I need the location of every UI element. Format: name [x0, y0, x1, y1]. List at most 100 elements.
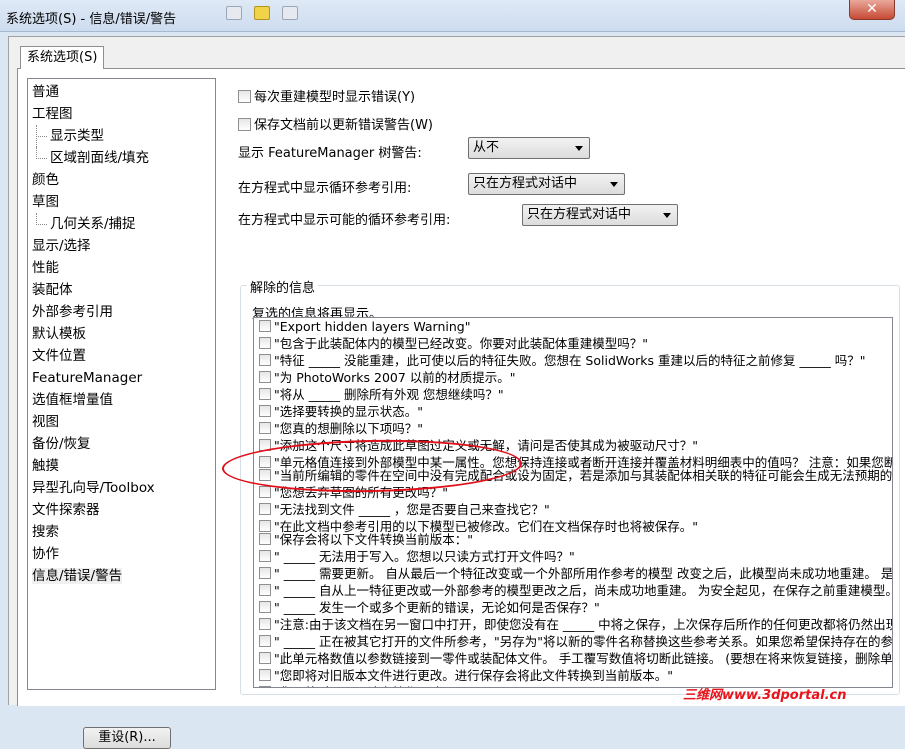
message-checkbox[interactable]	[259, 422, 271, 434]
tree-item[interactable]: 颜色	[28, 169, 215, 191]
message-text: "包含于此装配体内的模型已经改变。你要对此装配体重建模型吗？"	[274, 336, 649, 351]
tree-item[interactable]: 外部参考引用	[28, 301, 215, 323]
message-row[interactable]: " _____ 无法用于写入。您想以只读方式打开文件吗？"	[254, 548, 892, 565]
fm-warning-value: 从不	[473, 140, 500, 155]
message-checkbox[interactable]	[259, 550, 271, 562]
dismissed-messages-group: 解除的信息 复选的信息将再显示。 "Export hidden layers W…	[240, 277, 900, 695]
fm-warning-select[interactable]: 从不	[468, 137, 590, 159]
message-row[interactable]: "当前所编辑的零件在空间中没有完成配合或设为固定，若是添加与其装配体相关联的特征…	[254, 467, 892, 484]
message-checkbox[interactable]	[259, 584, 271, 596]
tree-item[interactable]: 信息/错误/警告	[28, 565, 215, 587]
dismissed-messages-list[interactable]: "Export hidden layers Warning" "包含于此装配体内的…	[253, 317, 893, 688]
message-checkbox[interactable]	[259, 320, 271, 332]
tree-item-label: 搜索	[32, 524, 59, 540]
message-text: "注意:由于该文档在另一窗口中打开，即使您没有在 _____ 中将之保存，上次保…	[274, 617, 893, 632]
tree-item[interactable]: 异型孔向导/Toolbox	[28, 477, 215, 499]
tree-item[interactable]: 协作	[28, 543, 215, 565]
tree-item-label: 工程图	[32, 106, 73, 122]
message-checkbox[interactable]	[259, 652, 271, 664]
message-checkbox[interactable]	[259, 486, 271, 498]
message-row[interactable]: "保存会将以下文件转换当前版本："	[254, 531, 892, 548]
message-checkbox[interactable]	[259, 337, 271, 349]
tree-item[interactable]: 搜索	[28, 521, 215, 543]
message-checkbox[interactable]	[259, 635, 271, 647]
page-icon[interactable]	[282, 6, 298, 20]
category-tree[interactable]: 普通工程图显示类型 区域剖面线/填充颜色草图 几何关系/捕捉显示/选择性能装配体外部…	[27, 78, 216, 690]
close-button[interactable]: ✕	[849, 0, 895, 20]
circular-ref-select[interactable]: 只在方程式对话中	[468, 173, 625, 195]
message-row[interactable]: "您即将对旧版本文件进行更改。进行保存会将此文件转换到当前版本。"	[254, 667, 892, 684]
tree-item[interactable]: 选值框增量值	[28, 389, 215, 411]
tree-item[interactable]: 触摸	[28, 455, 215, 477]
tree-item[interactable]: 几何关系/捕捉	[28, 213, 215, 235]
show-errors-option[interactable]: 每次重建模型时显示错误(Y)	[238, 86, 415, 105]
circular-ref-label: 在方程式中显示循环参考引用:	[238, 181, 412, 196]
message-checkbox[interactable]	[259, 533, 271, 545]
message-checkbox[interactable]	[259, 669, 271, 681]
message-checkbox[interactable]	[259, 439, 271, 451]
message-row[interactable]: " _____ 发生一个或多个更新的错误，无论如何是否保存？"	[254, 599, 892, 616]
message-row[interactable]: "您真的想删除以下项吗？"	[254, 420, 892, 437]
refresh-warnings-option[interactable]: 保存文档前以更新错误警告(W)	[238, 114, 433, 133]
tree-item-label: 异型孔向导/Toolbox	[32, 480, 155, 496]
message-row[interactable]: "将从 _____ 删除所有外观 您想继续吗？"	[254, 386, 892, 403]
message-row[interactable]: "此单元格数值以参数链接到一零件或装配体文件。 手工覆写数值将切断此链接。 (要…	[254, 650, 892, 667]
tree-item[interactable]: 区域剖面线/填充	[28, 147, 215, 169]
tree-item-label: 颜色	[32, 172, 59, 188]
message-checkbox[interactable]	[259, 469, 271, 481]
message-checkbox[interactable]	[259, 354, 271, 366]
tree-item-label: 选值框增量值	[32, 392, 113, 408]
message-checkbox[interactable]	[259, 567, 271, 579]
message-text: "特征 _____ 没能重建，此可使以后的特征失败。您想在 SolidWorks…	[274, 353, 866, 368]
tree-item[interactable]: 工程图	[28, 103, 215, 125]
tree-item[interactable]: 显示类型	[28, 125, 215, 147]
tree-item[interactable]: 性能	[28, 257, 215, 279]
message-row[interactable]: "注意:由于该文档在另一窗口中打开，即使您没有在 _____ 中将之保存，上次保…	[254, 616, 892, 633]
message-row[interactable]: " _____ 自从上一特征更改或一外部参考的模型更改之后，尚未成功地重建。 为…	[254, 582, 892, 599]
tree-item[interactable]: 文件位置	[28, 345, 215, 367]
message-checkbox[interactable]	[259, 618, 271, 630]
message-row[interactable]: "添加这个尺寸将造成此草图过定义或无解，请问是否使其成为被驱动尺寸？"	[254, 437, 892, 454]
message-row[interactable]: "包含于此装配体内的模型已经改变。你要对此装配体重建模型吗？"	[254, 335, 892, 352]
message-row[interactable]: " _____ 需要更新。 自从最后一个特征改变或一个外部所用作参考的模型 改变…	[254, 565, 892, 582]
message-text: "当前所编辑的零件在空间中没有完成配合或设为固定，若是添加与其装配体相关联的特征…	[274, 468, 893, 483]
show-errors-checkbox[interactable]	[238, 90, 251, 103]
tree-item[interactable]: 备份/恢复	[28, 433, 215, 455]
tree-item[interactable]: FeatureManager	[28, 367, 215, 389]
message-row[interactable]: "无法找到文件 _____ ，您是否要自己来查找它？"	[254, 501, 892, 518]
message-row[interactable]: "Export hidden layers Warning"	[254, 318, 892, 335]
tree-item-label: 显示/选择	[32, 238, 91, 254]
circular-ref-value: 只在方程式对话中	[473, 176, 578, 191]
message-row[interactable]: "选择要转换的显示状态。"	[254, 403, 892, 420]
message-checkbox[interactable]	[259, 388, 271, 400]
tree-item-label: 装配体	[32, 282, 73, 298]
group-legend: 解除的信息	[247, 277, 319, 296]
tree-item-label: 备份/恢复	[32, 436, 91, 452]
tree-item[interactable]: 普通	[28, 81, 215, 103]
refresh-warnings-checkbox[interactable]	[238, 118, 251, 131]
possible-circular-select[interactable]: 只在方程式对话中	[522, 204, 678, 226]
message-text: "保存会将以下文件转换当前版本："	[274, 532, 473, 547]
tree-item[interactable]: 草图	[28, 191, 215, 213]
folder-icon[interactable]	[254, 6, 270, 20]
message-row[interactable]: "您想丢弃草图的所有更改吗？"	[254, 484, 892, 501]
chevron-down-icon	[663, 213, 671, 218]
message-row[interactable]: " _____ 正在被其它打开的文件所参考，"另存为"将以新的零件名称替换这些参…	[254, 633, 892, 650]
message-checkbox[interactable]	[259, 601, 271, 613]
tab-system-options[interactable]: 系统选项(S)	[20, 46, 105, 69]
reset-button[interactable]: 重设(R)...	[83, 727, 171, 749]
tree-item[interactable]: 显示/选择	[28, 235, 215, 257]
message-row[interactable]: "特征 _____ 没能重建，此可使以后的特征失败。您想在 SolidWorks…	[254, 352, 892, 369]
message-checkbox[interactable]	[259, 371, 271, 383]
tree-item[interactable]: 视图	[28, 411, 215, 433]
tree-item[interactable]: 默认模板	[28, 323, 215, 345]
message-checkbox[interactable]	[259, 405, 271, 417]
document-icon[interactable]	[226, 6, 242, 20]
tree-item[interactable]: 装配体	[28, 279, 215, 301]
message-checkbox[interactable]	[259, 503, 271, 515]
message-row[interactable]: "为 PhotoWorks 2007 以前的材质提示。"	[254, 369, 892, 386]
message-text: "您即将对旧版本文件进行更改。进行保存会将此文件转换到当前版本。"	[274, 668, 674, 683]
message-checkbox[interactable]	[259, 686, 271, 687]
possible-circular-label: 在方程式中显示可能的循环参考引用:	[238, 213, 451, 228]
tree-item[interactable]: 文件探索器	[28, 499, 215, 521]
